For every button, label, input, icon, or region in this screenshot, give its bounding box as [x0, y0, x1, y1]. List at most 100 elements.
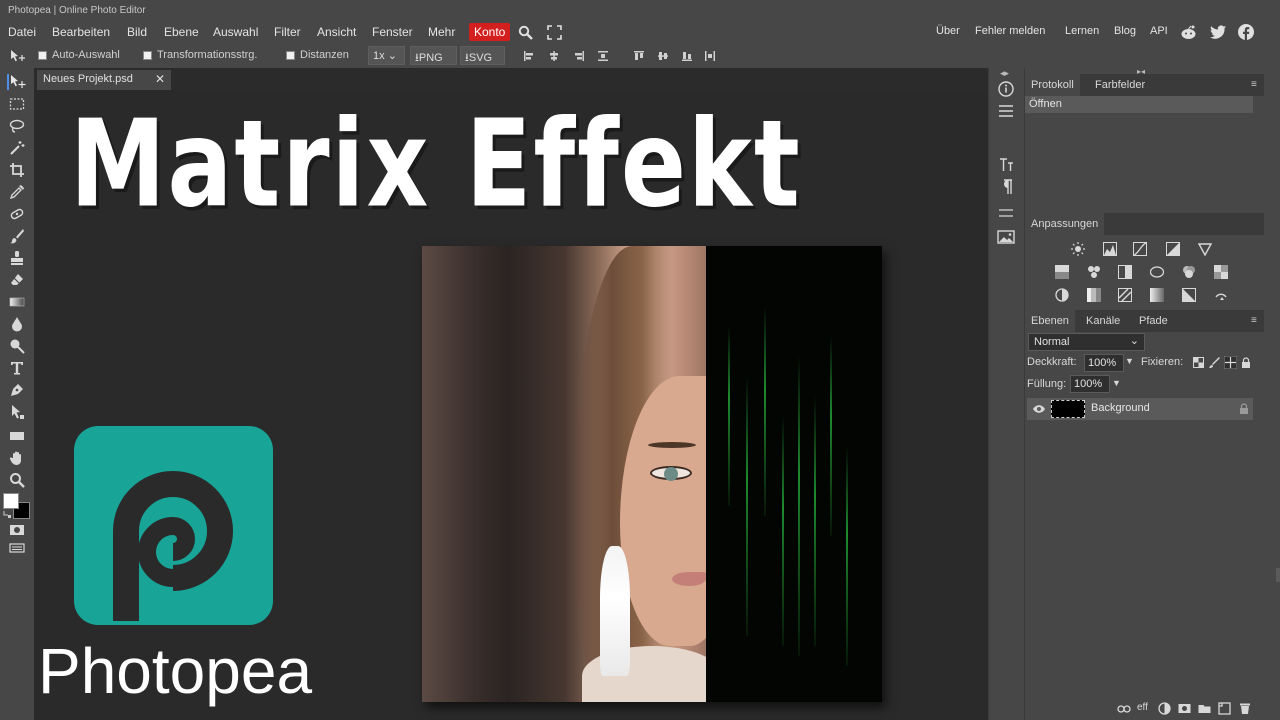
auto-select-checkbox[interactable] — [38, 51, 47, 60]
crop-tool-icon[interactable] — [9, 162, 25, 178]
properties-icon[interactable] — [994, 100, 1018, 122]
menu-bild[interactable]: Bild — [127, 25, 147, 39]
tab-pfade[interactable]: Pfade — [1133, 310, 1174, 332]
swap-colors-icon[interactable] — [3, 510, 12, 519]
lock-position-icon[interactable] — [1224, 356, 1237, 369]
rectangle-tool-icon[interactable] — [9, 428, 25, 444]
stamp-tool-icon[interactable] — [9, 250, 25, 266]
new-group-icon[interactable] — [1198, 702, 1211, 715]
fill-dropdown-icon[interactable]: ▼ — [1112, 378, 1121, 388]
panel-menu-icon[interactable]: ≡ — [1251, 315, 1263, 327]
distribute-horizontal-icon[interactable] — [597, 50, 609, 62]
panel-menu-icon[interactable]: ≡ — [1251, 79, 1263, 91]
lock-all-icon[interactable] — [1241, 357, 1251, 368]
opacity-dropdown-icon[interactable]: ▼ — [1125, 356, 1134, 366]
opacity-input[interactable]: 100% — [1084, 354, 1124, 372]
align-bottom-icon[interactable] — [681, 50, 693, 62]
export-png-button[interactable]: ⭳PNG — [410, 46, 457, 65]
align-center-icon[interactable] — [548, 50, 560, 62]
menu-fenster[interactable]: Fenster — [372, 25, 413, 39]
tab-protokoll[interactable]: Protokoll — [1025, 74, 1080, 96]
menu-filter[interactable]: Filter — [274, 25, 301, 39]
quick-mask-icon[interactable] — [9, 522, 25, 538]
photo-filter-icon[interactable] — [1150, 265, 1164, 279]
channel-mixer-icon[interactable] — [1182, 265, 1196, 279]
menu-ansicht[interactable]: Ansicht — [317, 25, 356, 39]
history-entry[interactable]: Öffnen — [1025, 96, 1253, 113]
curves-icon[interactable] — [1133, 242, 1147, 256]
link-blog[interactable]: Blog — [1114, 25, 1136, 37]
magic-wand-tool-icon[interactable] — [9, 140, 25, 156]
threshold-icon[interactable] — [1118, 288, 1132, 302]
distances-checkbox[interactable] — [286, 51, 295, 60]
menu-konto[interactable]: Konto — [469, 23, 511, 41]
delete-layer-icon[interactable] — [1239, 702, 1251, 715]
canvas-area[interactable]: Matrix Effekt Photopea — [34, 90, 988, 720]
export-svg-button[interactable]: ⭳SVG — [460, 46, 505, 65]
vibrance-icon[interactable] — [1198, 242, 1212, 256]
gradient-map-icon[interactable] — [1150, 288, 1164, 302]
link-fehler-melden[interactable]: Fehler melden — [975, 25, 1045, 37]
menu-mehr[interactable]: Mehr — [428, 25, 455, 39]
eye-visibility-icon[interactable] — [1032, 404, 1046, 414]
marquee-tool-icon[interactable] — [9, 96, 25, 112]
distribute-vertical-icon[interactable] — [704, 50, 716, 62]
search-icon[interactable] — [518, 25, 533, 40]
gradient-tool-icon[interactable] — [9, 294, 25, 310]
brightness-icon[interactable] — [1071, 242, 1085, 256]
link-layers-icon[interactable] — [1117, 704, 1131, 714]
link-api[interactable]: API — [1150, 25, 1168, 37]
blend-mode-select[interactable]: Normal ⌄ — [1028, 333, 1145, 351]
hand-tool-icon[interactable] — [9, 450, 25, 466]
zoom-tool-icon[interactable] — [9, 472, 25, 488]
lock-pixels-icon[interactable] — [1209, 357, 1220, 368]
color-balance-icon[interactable] — [1087, 265, 1101, 279]
layer-row[interactable]: Background — [1027, 398, 1253, 420]
eyedropper-tool-icon[interactable] — [9, 184, 25, 200]
character-icon[interactable] — [994, 154, 1018, 176]
replace-color-icon[interactable] — [1214, 288, 1228, 302]
lasso-tool-icon[interactable] — [9, 118, 25, 134]
panel-scrollbar[interactable] — [1276, 568, 1280, 582]
info-icon[interactable] — [994, 78, 1018, 100]
image-icon[interactable] — [994, 226, 1018, 248]
link-lernen[interactable]: Lernen — [1065, 25, 1099, 37]
close-icon[interactable]: ✕ — [155, 72, 165, 86]
menu-ebene[interactable]: Ebene — [164, 25, 199, 39]
layer-effects-icon[interactable]: eff — [1137, 702, 1148, 713]
tab-farbfelder[interactable]: Farbfelder — [1089, 74, 1151, 96]
zoom-select[interactable]: 1x ⌄ — [368, 46, 405, 65]
posterize-icon[interactable] — [1087, 288, 1101, 302]
align-right-icon[interactable] — [573, 50, 585, 62]
levels-icon[interactable] — [1103, 242, 1117, 256]
lock-transparency-icon[interactable] — [1193, 357, 1204, 368]
color-lookup-icon[interactable] — [1214, 265, 1228, 279]
reddit-icon[interactable] — [1180, 24, 1197, 40]
dodge-tool-icon[interactable] — [9, 338, 25, 354]
screen-mode-icon[interactable] — [9, 540, 25, 556]
tab-ebenen[interactable]: Ebenen — [1025, 310, 1075, 332]
path-select-tool-icon[interactable] — [9, 404, 25, 420]
align-top-icon[interactable] — [633, 50, 645, 62]
move-tool-icon[interactable] — [7, 74, 27, 90]
new-layer-icon[interactable] — [1218, 702, 1231, 715]
selective-color-icon[interactable] — [1182, 288, 1196, 302]
paragraph-icon[interactable] — [994, 176, 1018, 198]
menu-datei[interactable]: Datei — [8, 25, 36, 39]
type-tool-icon[interactable] — [9, 360, 25, 376]
transform-controls-checkbox[interactable] — [143, 51, 152, 60]
facebook-icon[interactable] — [1238, 24, 1254, 40]
twitter-icon[interactable] — [1210, 25, 1227, 39]
brush-tool-icon[interactable] — [9, 228, 25, 244]
blur-tool-icon[interactable] — [9, 316, 25, 332]
black-white-icon[interactable] — [1118, 265, 1132, 279]
healing-brush-tool-icon[interactable] — [9, 206, 25, 222]
menu-bearbeiten[interactable]: Bearbeiten — [52, 25, 110, 39]
align-left-icon[interactable] — [523, 50, 535, 62]
adjustment-layer-icon[interactable] — [1158, 702, 1171, 715]
hue-saturation-icon[interactable] — [1055, 265, 1069, 279]
layer-mask-icon[interactable] — [1178, 702, 1191, 715]
menu-auswahl[interactable]: Auswahl — [213, 25, 258, 39]
exposure-icon[interactable] — [1166, 242, 1180, 256]
css-icon[interactable] — [994, 202, 1018, 224]
